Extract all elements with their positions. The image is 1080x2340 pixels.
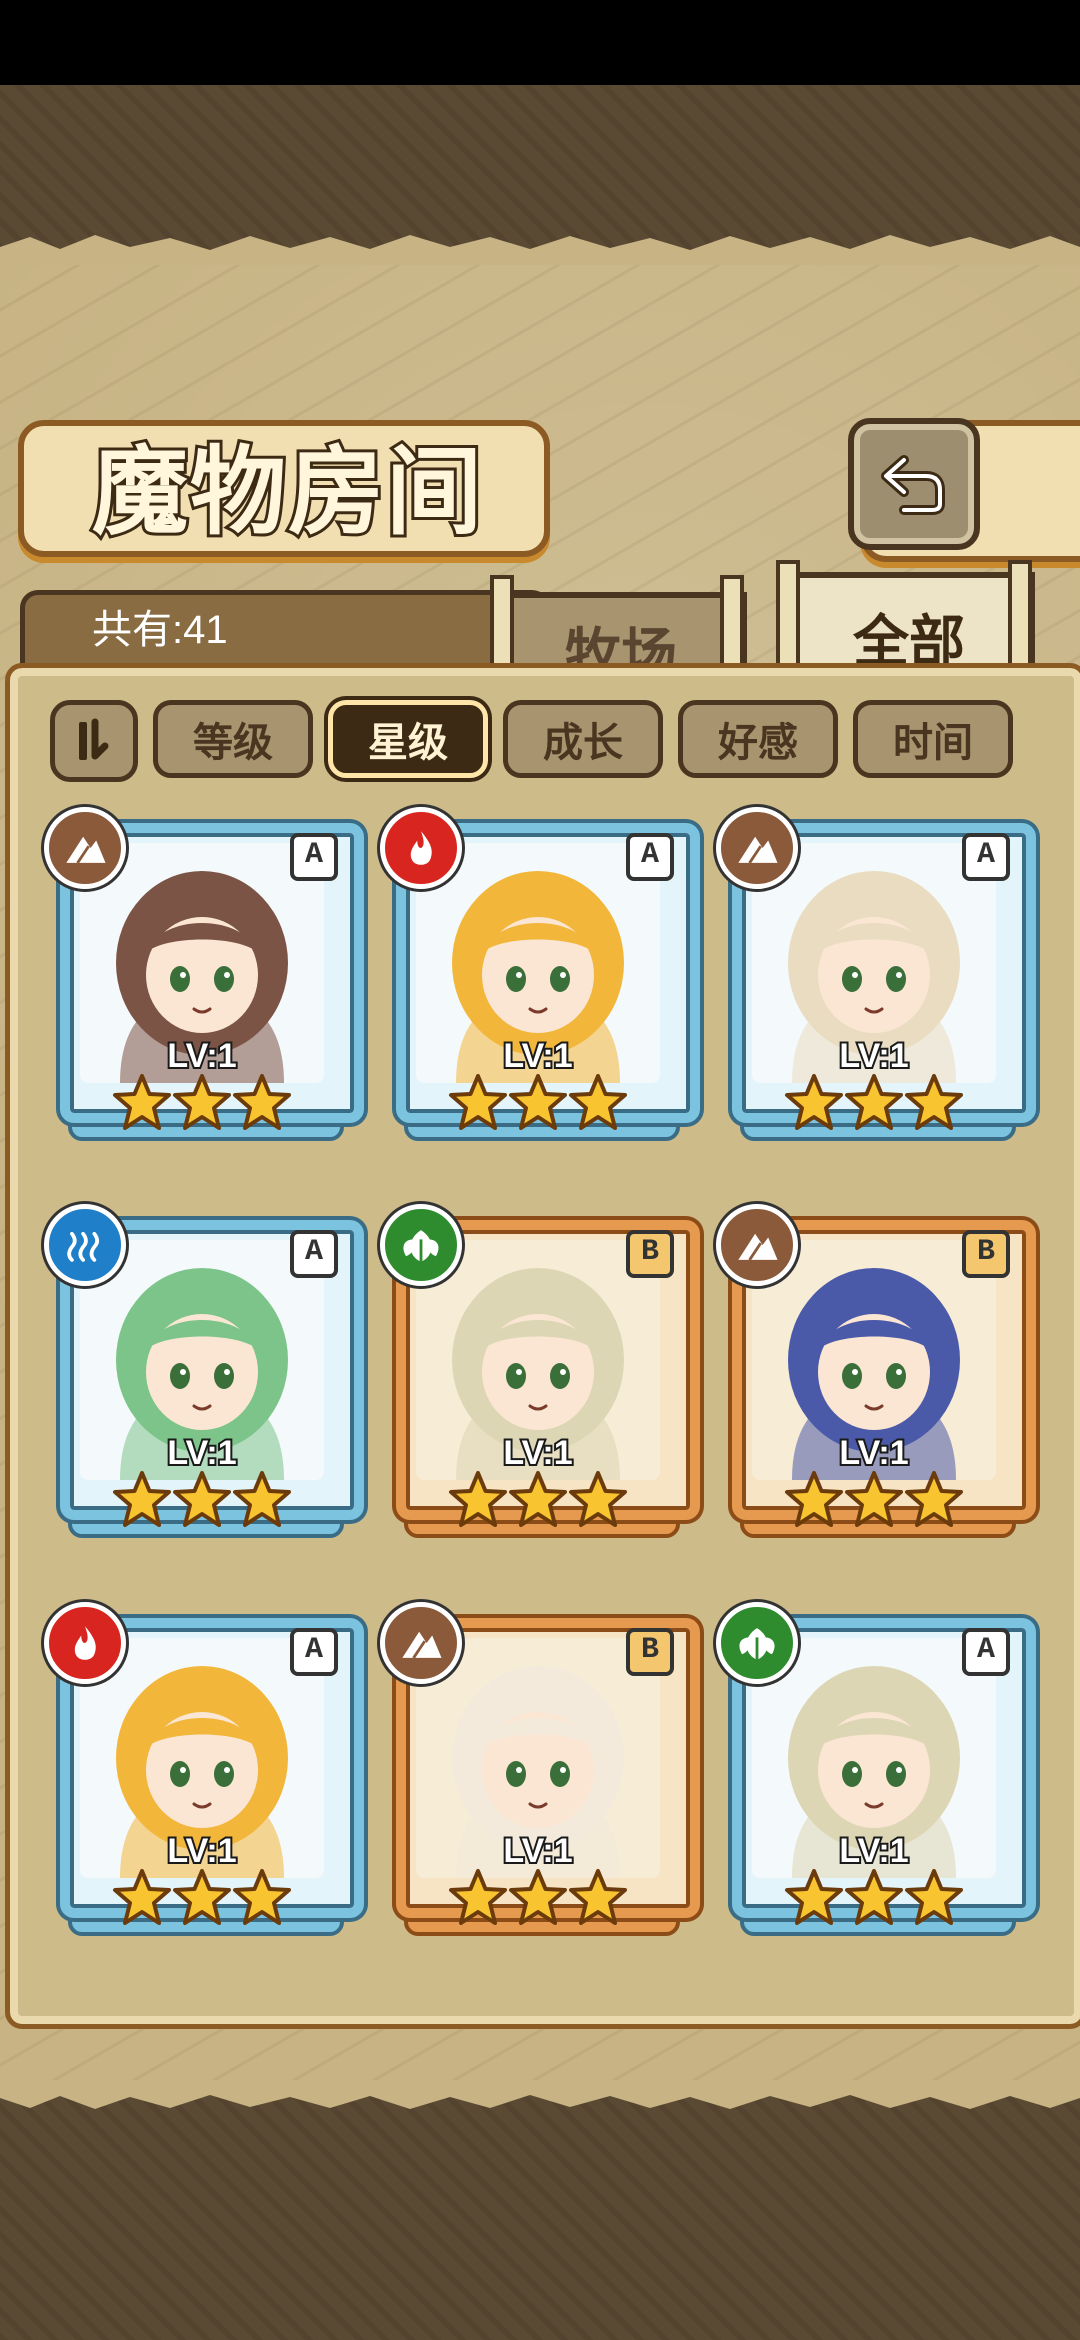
star-icon [785, 1869, 843, 1925]
earth-element-icon [44, 807, 126, 889]
star-rating [724, 1470, 1024, 1534]
star-icon [509, 1869, 567, 1925]
monster-card[interactable]: B LV:1 [380, 1204, 700, 1538]
monster-level: LV:1 [165, 1830, 238, 1872]
back-button[interactable] [848, 418, 980, 550]
star-icon [509, 1471, 567, 1527]
star-icon [845, 1074, 903, 1130]
star-icon [905, 1074, 963, 1130]
rarity-badge: A [290, 1628, 338, 1676]
star-icon [569, 1869, 627, 1925]
monster-card[interactable]: A LV:1 [44, 807, 364, 1141]
sort-star-button[interactable]: 星级 [328, 700, 488, 778]
earth-element-icon [716, 807, 798, 889]
rarity-badge: B [626, 1230, 674, 1278]
monster-count: 共有:41 [92, 608, 228, 652]
water-element-icon [44, 1204, 126, 1286]
monster-card[interactable]: A LV:1 [44, 1204, 364, 1538]
sort-level-button[interactable]: 等级 [153, 700, 313, 778]
status-bar [0, 0, 1080, 85]
sort-time-button[interactable]: 时间 [853, 700, 1013, 778]
star-rating [724, 1868, 1024, 1932]
star-icon [233, 1869, 291, 1925]
star-icon [449, 1471, 507, 1527]
monster-card[interactable]: A LV:1 [716, 807, 1036, 1141]
monster-card[interactable]: B LV:1 [716, 1204, 1036, 1538]
star-icon [845, 1869, 903, 1925]
map-background-bottom [0, 2090, 1080, 2340]
star-icon [449, 1074, 507, 1130]
sort-order-toggle[interactable] [50, 700, 138, 782]
earth-element-icon [380, 1602, 462, 1684]
star-icon [905, 1869, 963, 1925]
star-rating [52, 1470, 352, 1534]
rarity-badge: A [626, 833, 674, 881]
sort-order-icon [79, 718, 109, 760]
page-title: 魔物房间 [89, 432, 485, 551]
fire-element-icon [380, 807, 462, 889]
star-icon [905, 1471, 963, 1527]
monster-level: LV:1 [837, 1035, 910, 1077]
monster-level: LV:1 [501, 1830, 574, 1872]
monster-card[interactable]: B LV:1 [380, 1602, 700, 1936]
monster-level: LV:1 [501, 1432, 574, 1474]
monster-level: LV:1 [501, 1035, 574, 1077]
star-icon [785, 1074, 843, 1130]
rarity-badge: A [290, 1230, 338, 1278]
star-icon [113, 1869, 171, 1925]
star-rating [388, 1868, 688, 1932]
star-icon [113, 1074, 171, 1130]
sort-affection-button[interactable]: 好感 [678, 700, 838, 778]
rarity-badge: A [290, 833, 338, 881]
monster-card[interactable]: A LV:1 [380, 807, 700, 1141]
earth-element-icon [716, 1204, 798, 1286]
star-rating [52, 1868, 352, 1932]
map-background-top [0, 85, 1080, 250]
star-icon [233, 1074, 291, 1130]
rarity-badge: A [962, 1628, 1010, 1676]
star-icon [449, 1869, 507, 1925]
star-rating [388, 1470, 688, 1534]
star-icon [785, 1471, 843, 1527]
monster-card[interactable]: A LV:1 [44, 1602, 364, 1936]
monster-card[interactable]: A LV:1 [716, 1602, 1036, 1936]
star-icon [509, 1074, 567, 1130]
star-icon [569, 1074, 627, 1130]
return-arrow-icon [881, 455, 945, 515]
star-rating [724, 1073, 1024, 1137]
star-icon [569, 1471, 627, 1527]
star-icon [113, 1471, 171, 1527]
star-rating [52, 1073, 352, 1137]
wind-element-icon [380, 1204, 462, 1286]
monster-level: LV:1 [837, 1432, 910, 1474]
wind-element-icon [716, 1602, 798, 1684]
sort-growth-button[interactable]: 成长 [503, 700, 663, 778]
monster-level: LV:1 [165, 1432, 238, 1474]
star-icon [845, 1471, 903, 1527]
torn-edge-bottom [0, 2080, 1080, 2109]
fire-element-icon [44, 1602, 126, 1684]
monster-level: LV:1 [165, 1035, 238, 1077]
star-icon [233, 1471, 291, 1527]
star-icon [173, 1074, 231, 1130]
star-rating [388, 1073, 688, 1137]
monster-level: LV:1 [837, 1830, 910, 1872]
rarity-badge: B [962, 1230, 1010, 1278]
rarity-badge: A [962, 833, 1010, 881]
star-icon [173, 1471, 231, 1527]
torn-edge-top [0, 235, 1080, 265]
star-icon [173, 1869, 231, 1925]
rarity-badge: B [626, 1628, 674, 1676]
